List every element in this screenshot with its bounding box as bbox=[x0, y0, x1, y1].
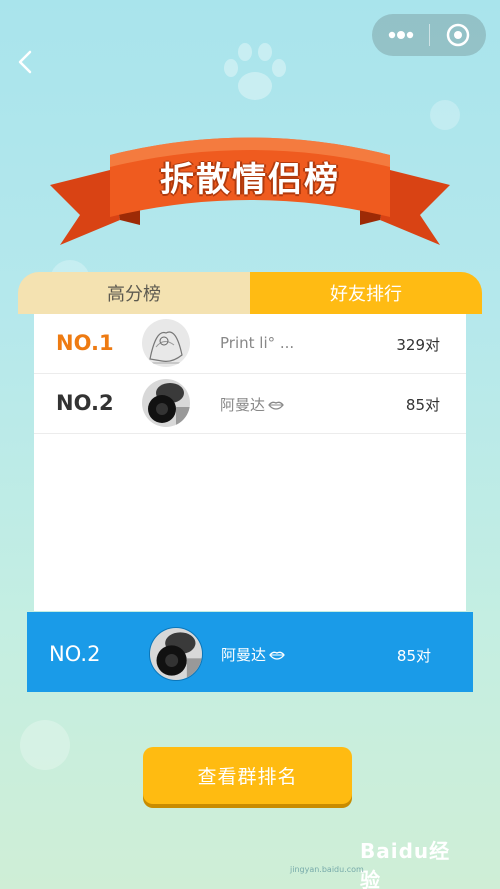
rank-number: NO.2 bbox=[56, 391, 114, 415]
my-rank-bar: NO.2 阿曼达 85对 bbox=[27, 612, 473, 692]
page-title: 拆散情侣榜 bbox=[160, 160, 340, 200]
avatar bbox=[142, 319, 190, 367]
tab-high-score[interactable]: 高分榜 bbox=[18, 272, 250, 314]
kiss-lips-icon bbox=[268, 401, 284, 410]
view-group-ranking-button[interactable]: 查看群排名 bbox=[143, 747, 352, 804]
my-score: 85对 bbox=[396, 647, 431, 665]
avatar bbox=[142, 379, 190, 427]
chevron-left-icon bbox=[18, 50, 32, 74]
my-name-wrap: 阿曼达 bbox=[221, 644, 285, 665]
target-close-icon bbox=[446, 23, 470, 47]
my-rank-number: NO.2 bbox=[49, 642, 101, 666]
player-name: 阿曼达 bbox=[220, 396, 266, 414]
watermark-logo: Baidu经验 bbox=[360, 839, 451, 889]
player-score: 85对 bbox=[405, 396, 440, 414]
watermark-url: jingyan.baidu.com bbox=[290, 865, 364, 874]
mini-program-capsule bbox=[372, 14, 486, 56]
rank-number: NO.1 bbox=[56, 331, 114, 355]
ranking-list: NO.1 Print li° ... 329对 NO.2 阿曼达 85对 bbox=[34, 314, 466, 611]
watermark: Baidu经验 jingyan.baidu.com bbox=[290, 835, 470, 889]
player-name: Print li° ... bbox=[220, 334, 295, 352]
back-button[interactable] bbox=[12, 48, 40, 76]
paw-print-icon bbox=[224, 43, 286, 100]
tab-friends-ranking[interactable]: 好友排行 bbox=[250, 272, 482, 314]
decor-bubble bbox=[20, 720, 70, 770]
ranking-tabs: 高分榜 好友排行 bbox=[18, 272, 482, 314]
player-score: 329对 bbox=[396, 336, 440, 354]
ranking-row[interactable]: NO.1 Print li° ... 329对 bbox=[34, 314, 466, 374]
more-button[interactable] bbox=[372, 14, 429, 56]
my-name: 阿曼达 bbox=[221, 646, 267, 664]
my-avatar bbox=[149, 627, 203, 681]
kiss-lips-icon bbox=[269, 651, 285, 660]
more-dots-icon bbox=[388, 31, 413, 39]
app-screen: 拆散情侣榜 高分榜 好友排行 NO.1 Print li° ... 329对 N… bbox=[0, 0, 500, 889]
close-button[interactable] bbox=[430, 14, 486, 56]
player-name-wrap: 阿曼达 bbox=[220, 394, 284, 415]
ranking-row[interactable]: NO.2 阿曼达 85对 bbox=[34, 374, 466, 434]
